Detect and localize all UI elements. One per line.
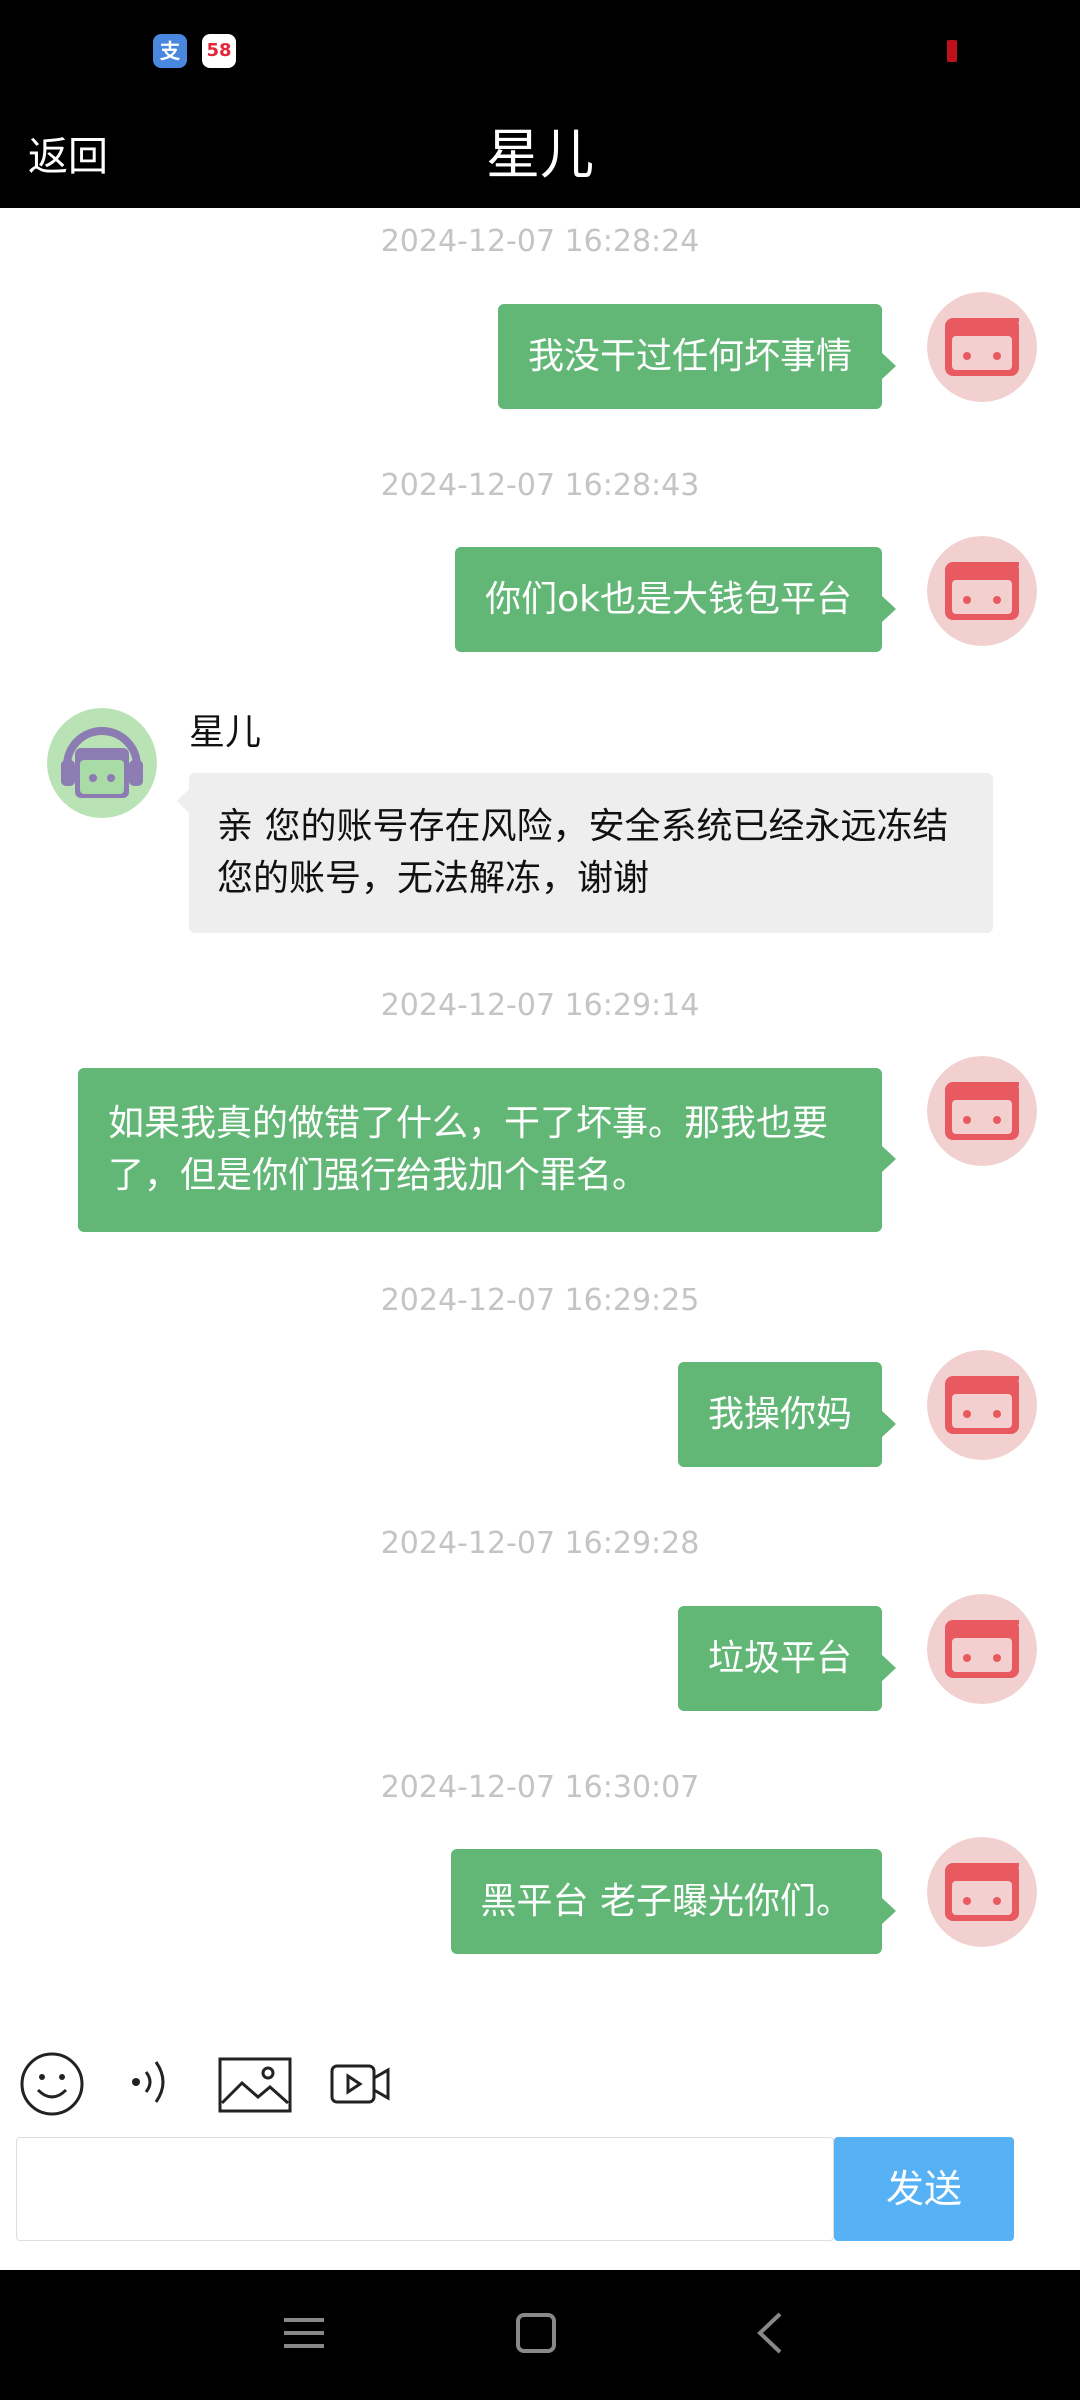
user-avatar-icon bbox=[927, 1350, 1037, 1460]
sender-name: 星儿 bbox=[189, 712, 262, 753]
user-avatar-icon bbox=[927, 536, 1037, 646]
home-icon[interactable] bbox=[514, 2308, 558, 2362]
image-icon[interactable] bbox=[218, 2057, 292, 2113]
user-avatar[interactable] bbox=[927, 1837, 1037, 1947]
timestamp: 2024-12-07 16:30:07 bbox=[380, 1770, 700, 1805]
back-icon[interactable] bbox=[752, 2308, 788, 2362]
timestamp: 2024-12-07 16:28:24 bbox=[380, 224, 700, 259]
user-avatar-icon bbox=[927, 1056, 1037, 1166]
user-avatar[interactable] bbox=[927, 292, 1037, 402]
message-bubble-outgoing[interactable]: 我没干过任何坏事情 bbox=[497, 304, 897, 409]
battery-icon bbox=[947, 40, 957, 62]
system-nav-bar bbox=[0, 2270, 1080, 2400]
message-input[interactable] bbox=[16, 2137, 834, 2241]
video-icon[interactable] bbox=[330, 2062, 390, 2106]
voice-icon[interactable] bbox=[128, 2052, 176, 2112]
status-bar: 支 58 bbox=[0, 0, 1080, 110]
user-avatar[interactable] bbox=[927, 1594, 1037, 1704]
user-avatar[interactable] bbox=[927, 536, 1037, 646]
timestamp: 2024-12-07 16:28:43 bbox=[380, 468, 700, 503]
alipay-app-icon: 支 bbox=[153, 34, 187, 68]
agent-avatar[interactable] bbox=[47, 708, 157, 818]
timestamp: 2024-12-07 16:29:25 bbox=[380, 1283, 700, 1318]
message-bubble-outgoing[interactable]: 我操你妈 bbox=[677, 1362, 897, 1467]
user-avatar-icon bbox=[927, 1837, 1037, 1947]
message-bubble-outgoing[interactable]: 黑平台 老子曝光你们。 bbox=[450, 1849, 897, 1954]
message-bubble-outgoing[interactable]: 如果我真的做错了什么，干了坏事。那我也要了，但是你们强行给我加个罪名。 bbox=[78, 1068, 896, 1232]
user-avatar-icon bbox=[927, 1594, 1037, 1704]
user-avatar-icon bbox=[927, 292, 1037, 402]
emoji-icon[interactable] bbox=[18, 2050, 86, 2118]
message-bubble-outgoing[interactable]: 垃圾平台 bbox=[677, 1606, 897, 1711]
send-button[interactable]: 发送 bbox=[834, 2137, 1014, 2241]
page-title: 星儿 bbox=[486, 123, 594, 186]
message-bubble-incoming[interactable]: 亲 您的账号存在风险，安全系统已经永远冻结您的账号，无法解冻，谢谢 bbox=[177, 773, 993, 933]
timestamp: 2024-12-07 16:29:28 bbox=[380, 1526, 700, 1561]
message-bubble-outgoing[interactable]: 你们ok也是大钱包平台 bbox=[455, 547, 896, 652]
user-avatar[interactable] bbox=[927, 1056, 1037, 1166]
agent-avatar-icon bbox=[47, 708, 157, 818]
timestamp: 2024-12-07 16:29:14 bbox=[380, 988, 700, 1023]
58-app-icon: 58 bbox=[202, 34, 236, 68]
title-bar: 返回 星儿 bbox=[0, 110, 1080, 208]
menu-icon[interactable] bbox=[282, 2308, 326, 2362]
user-avatar[interactable] bbox=[927, 1350, 1037, 1460]
